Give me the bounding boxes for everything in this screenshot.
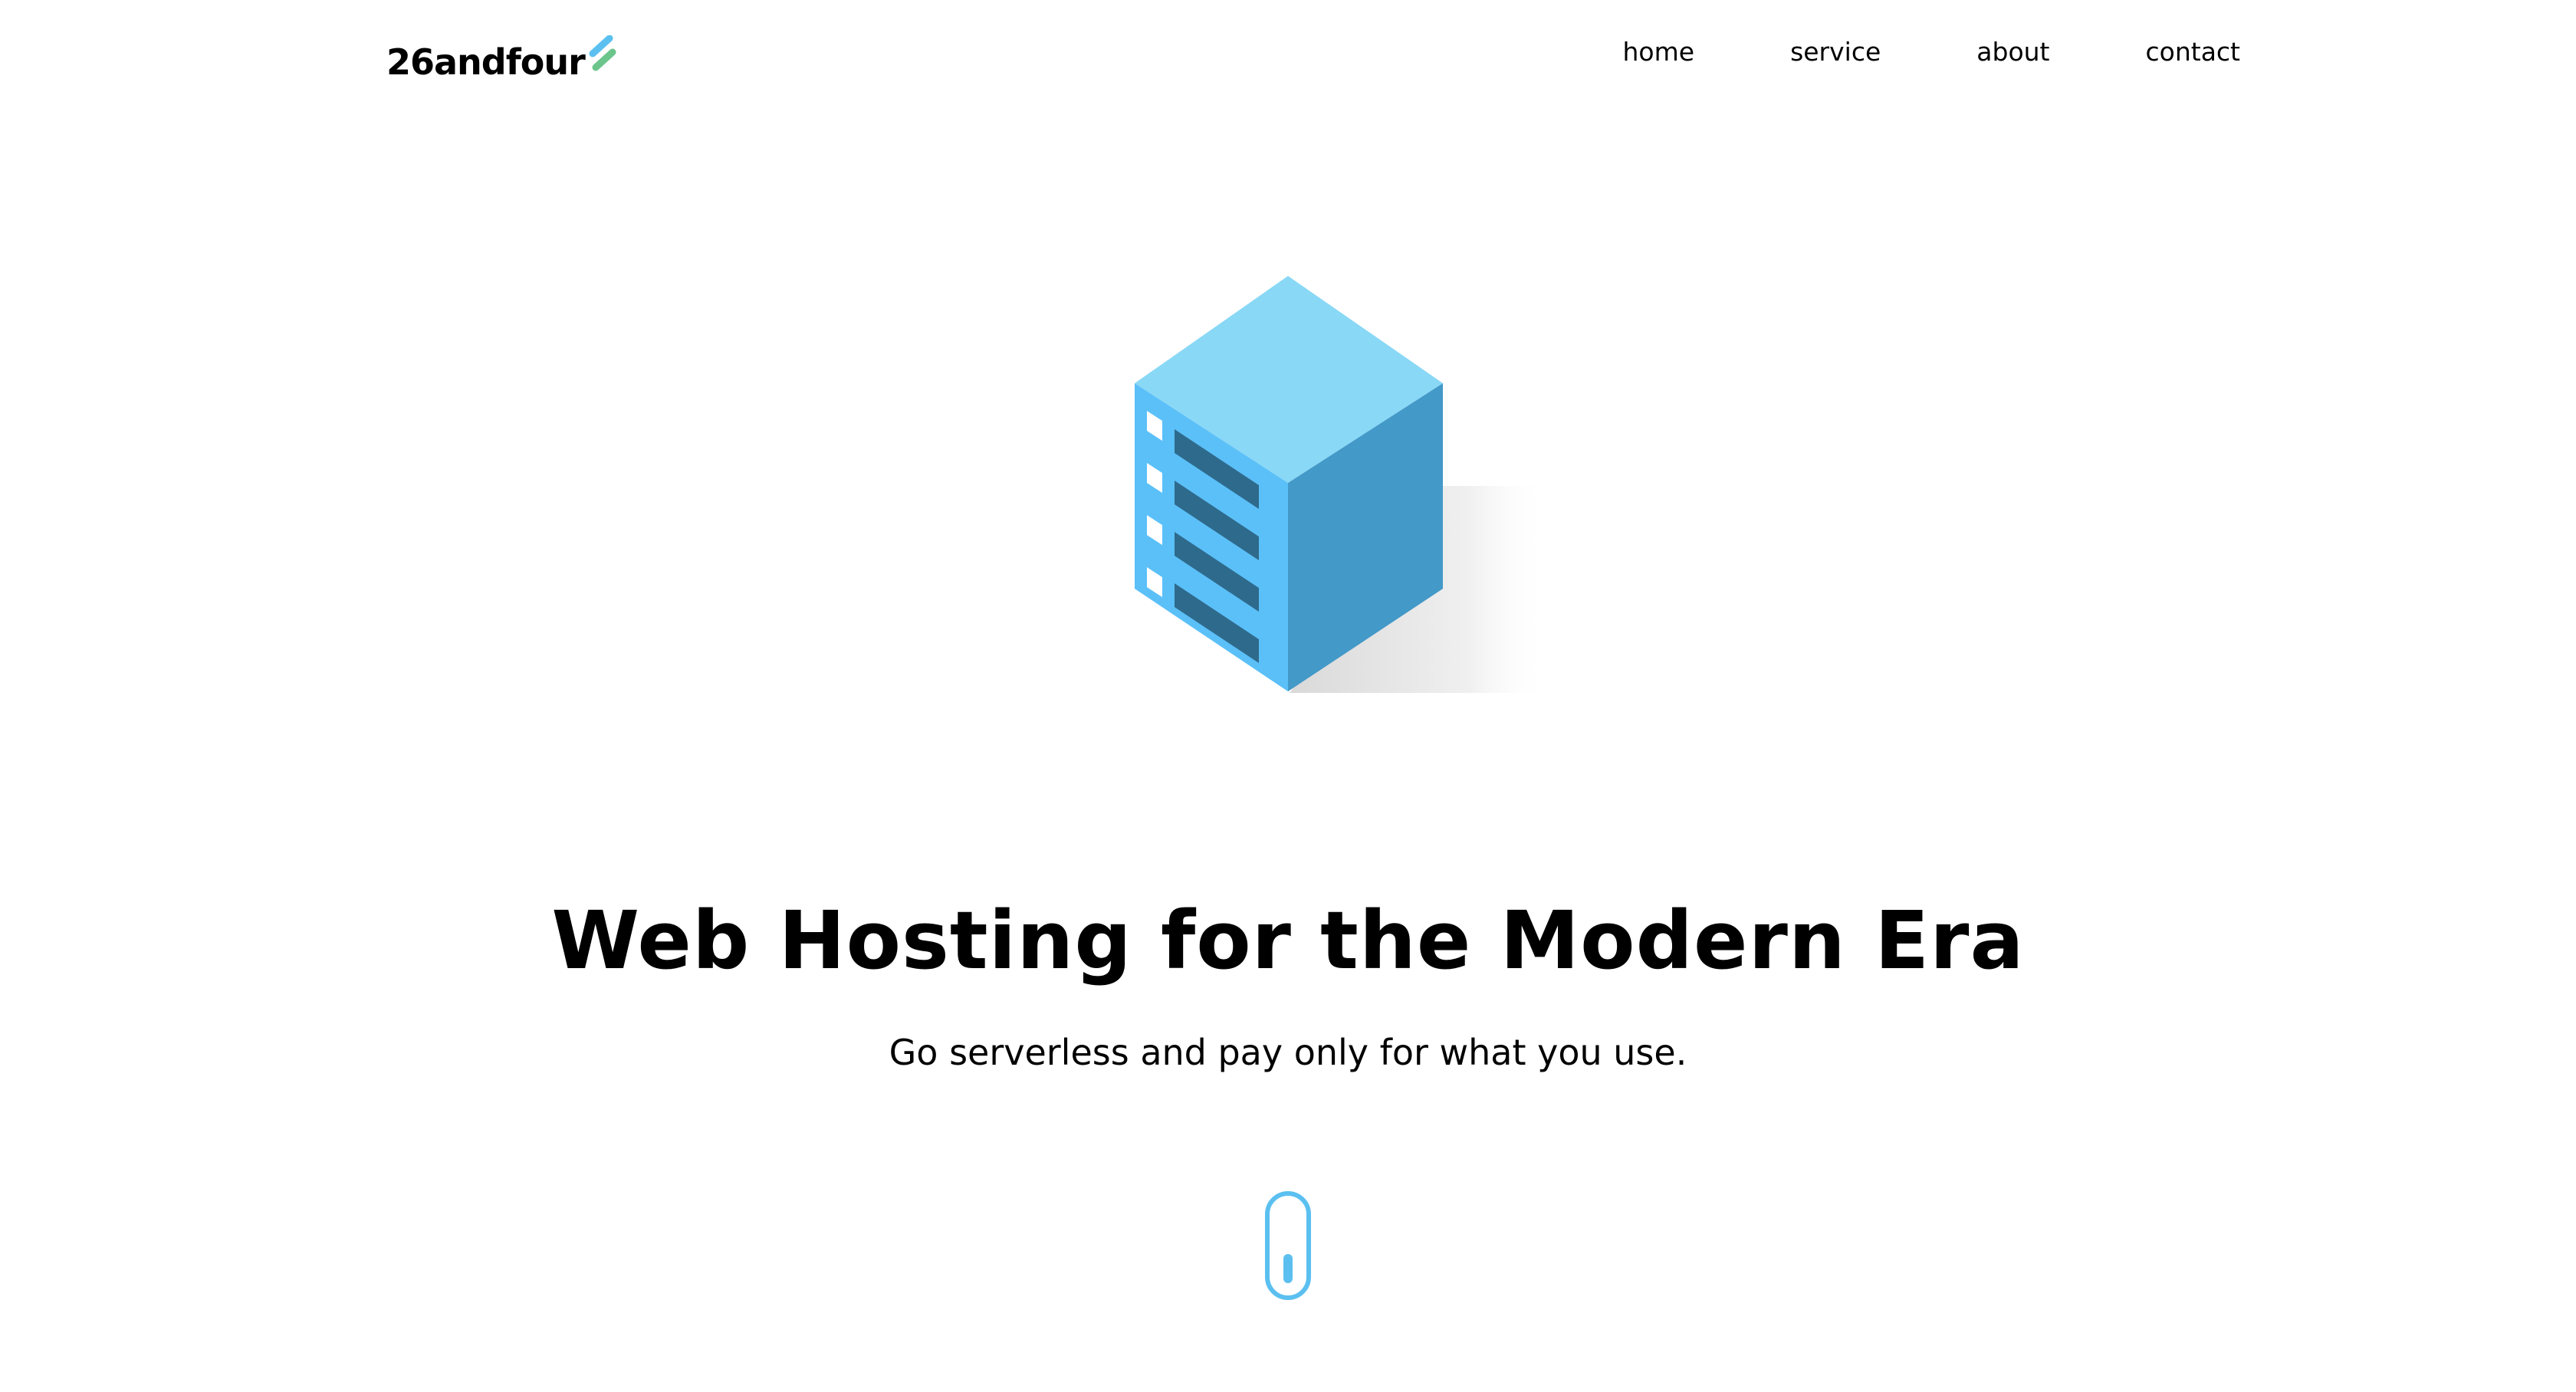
page: 26andfour home service about contact Web… [0,0,2576,1392]
logo[interactable]: 26andfour [386,18,617,80]
hero-title: Web Hosting for the Modern Era [551,894,2025,987]
stripes-icon [589,35,616,71]
nav-home[interactable]: home [1623,37,1695,67]
server-rack-icon [1135,276,1547,693]
nav-about[interactable]: about [1976,37,2049,67]
hero-subtitle: Go serverless and pay only for what you … [889,1032,1687,1073]
main-nav: home service about contact [1623,37,2241,67]
logo-text: 26andfour [386,41,586,83]
mouse-scroll-icon[interactable] [1265,1191,1311,1300]
scroll-wheel [1283,1254,1293,1283]
nav-contact[interactable]: contact [2146,37,2241,67]
nav-service[interactable]: service [1790,37,1881,67]
